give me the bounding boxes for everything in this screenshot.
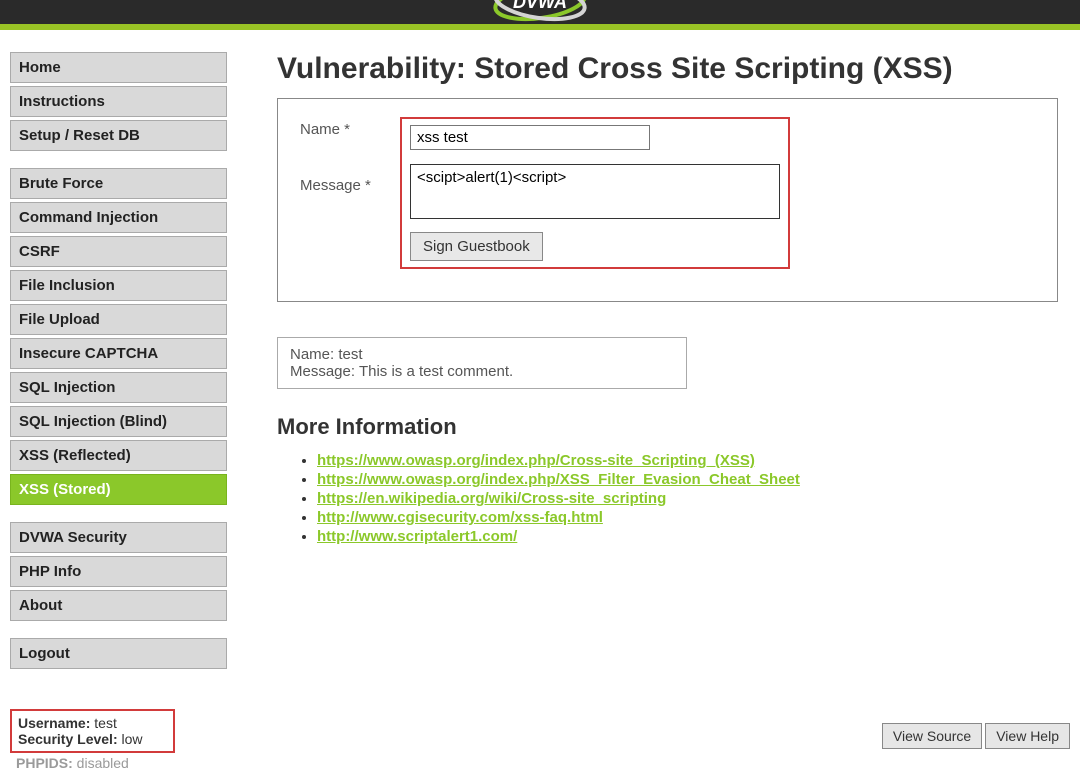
view-source-button[interactable]: View Source [882,723,982,749]
status-security-value: low [118,731,143,747]
info-link-1[interactable]: https://www.owasp.org/index.php/Cross-si… [317,452,755,469]
entry-name-label: Name: [290,346,338,363]
sidebar-item-xss-reflected[interactable]: XSS (Reflected) [10,440,227,471]
entry-message-row: Message: This is a test comment. [290,363,674,380]
info-link-4[interactable]: http://www.cgisecurity.com/xss-faq.html [317,509,603,526]
sidebar-item-home[interactable]: Home [10,52,227,83]
status-username-value: test [90,715,116,731]
info-link-2[interactable]: https://www.owasp.org/index.php/XSS_Filt… [317,471,800,488]
message-input[interactable]: <scipt>alert(1)<script> [410,164,780,219]
sidebar-item-setup[interactable]: Setup / Reset DB [10,120,227,151]
status-security: Security Level: low [18,731,167,747]
sidebar-item-command-injection[interactable]: Command Injection [10,202,227,233]
sign-guestbook-button[interactable]: Sign Guestbook [410,232,543,261]
message-label: Message * [300,177,371,194]
logo: DVWA [475,0,605,22]
status-username-label: Username: [18,715,90,731]
status-phpids: PHPIDS: disabled [10,755,227,771]
sidebar-item-logout[interactable]: Logout [10,638,227,669]
sidebar: Home Instructions Setup / Reset DB Brute… [10,52,227,771]
sidebar-item-instructions[interactable]: Instructions [10,86,227,117]
status-username: Username: test [18,715,167,731]
status-phpids-label: PHPIDS: [16,755,73,771]
name-input[interactable] [410,125,650,150]
sidebar-item-sql-injection-blind[interactable]: SQL Injection (Blind) [10,406,227,437]
menu-group-3: DVWA Security PHP Info About [10,522,227,621]
entry-name-value: test [338,346,362,363]
sidebar-item-xss-stored[interactable]: XSS (Stored) [10,474,227,505]
form-highlight: <scipt>alert(1)<script> Sign Guestbook [400,117,790,269]
status-security-label: Security Level: [18,731,118,747]
entry-message-value: This is a test comment. [359,363,513,380]
topbar: DVWA [0,0,1080,24]
page-title: Vulnerability: Stored Cross Site Scripti… [277,52,1058,86]
sidebar-item-file-upload[interactable]: File Upload [10,304,227,335]
view-help-button[interactable]: View Help [985,723,1070,749]
info-link-5[interactable]: http://www.scriptalert1.com/ [317,528,517,545]
sidebar-item-brute-force[interactable]: Brute Force [10,168,227,199]
more-info-heading: More Information [277,414,1058,440]
status-phpids-value: disabled [73,755,129,771]
bottom-button-bar: View Source View Help [882,723,1070,749]
sidebar-item-sql-injection[interactable]: SQL Injection [10,372,227,403]
menu-group-2: Brute Force Command Injection CSRF File … [10,168,227,505]
menu-group-1: Home Instructions Setup / Reset DB [10,52,227,151]
menu-group-4: Logout [10,638,227,669]
entry-name-row: Name: test [290,346,674,363]
sidebar-item-about[interactable]: About [10,590,227,621]
info-link-3[interactable]: https://en.wikipedia.org/wiki/Cross-site… [317,490,666,507]
sidebar-item-file-inclusion[interactable]: File Inclusion [10,270,227,301]
sidebar-item-dvwa-security[interactable]: DVWA Security [10,522,227,553]
more-info-links: https://www.owasp.org/index.php/Cross-si… [277,452,1058,545]
entry-message-label: Message: [290,363,359,380]
status-box: Username: test Security Level: low [10,709,175,753]
sidebar-item-php-info[interactable]: PHP Info [10,556,227,587]
main-content: Vulnerability: Stored Cross Site Scripti… [277,52,1070,771]
sidebar-item-csrf[interactable]: CSRF [10,236,227,267]
name-label: Name * [300,117,400,138]
guestbook-panel: Name * <scipt>alert(1)<script> Sign Gues… [277,98,1058,302]
guestbook-entry: Name: test Message: This is a test comme… [277,337,687,389]
sidebar-item-insecure-captcha[interactable]: Insecure CAPTCHA [10,338,227,369]
svg-text:DVWA: DVWA [513,0,567,12]
